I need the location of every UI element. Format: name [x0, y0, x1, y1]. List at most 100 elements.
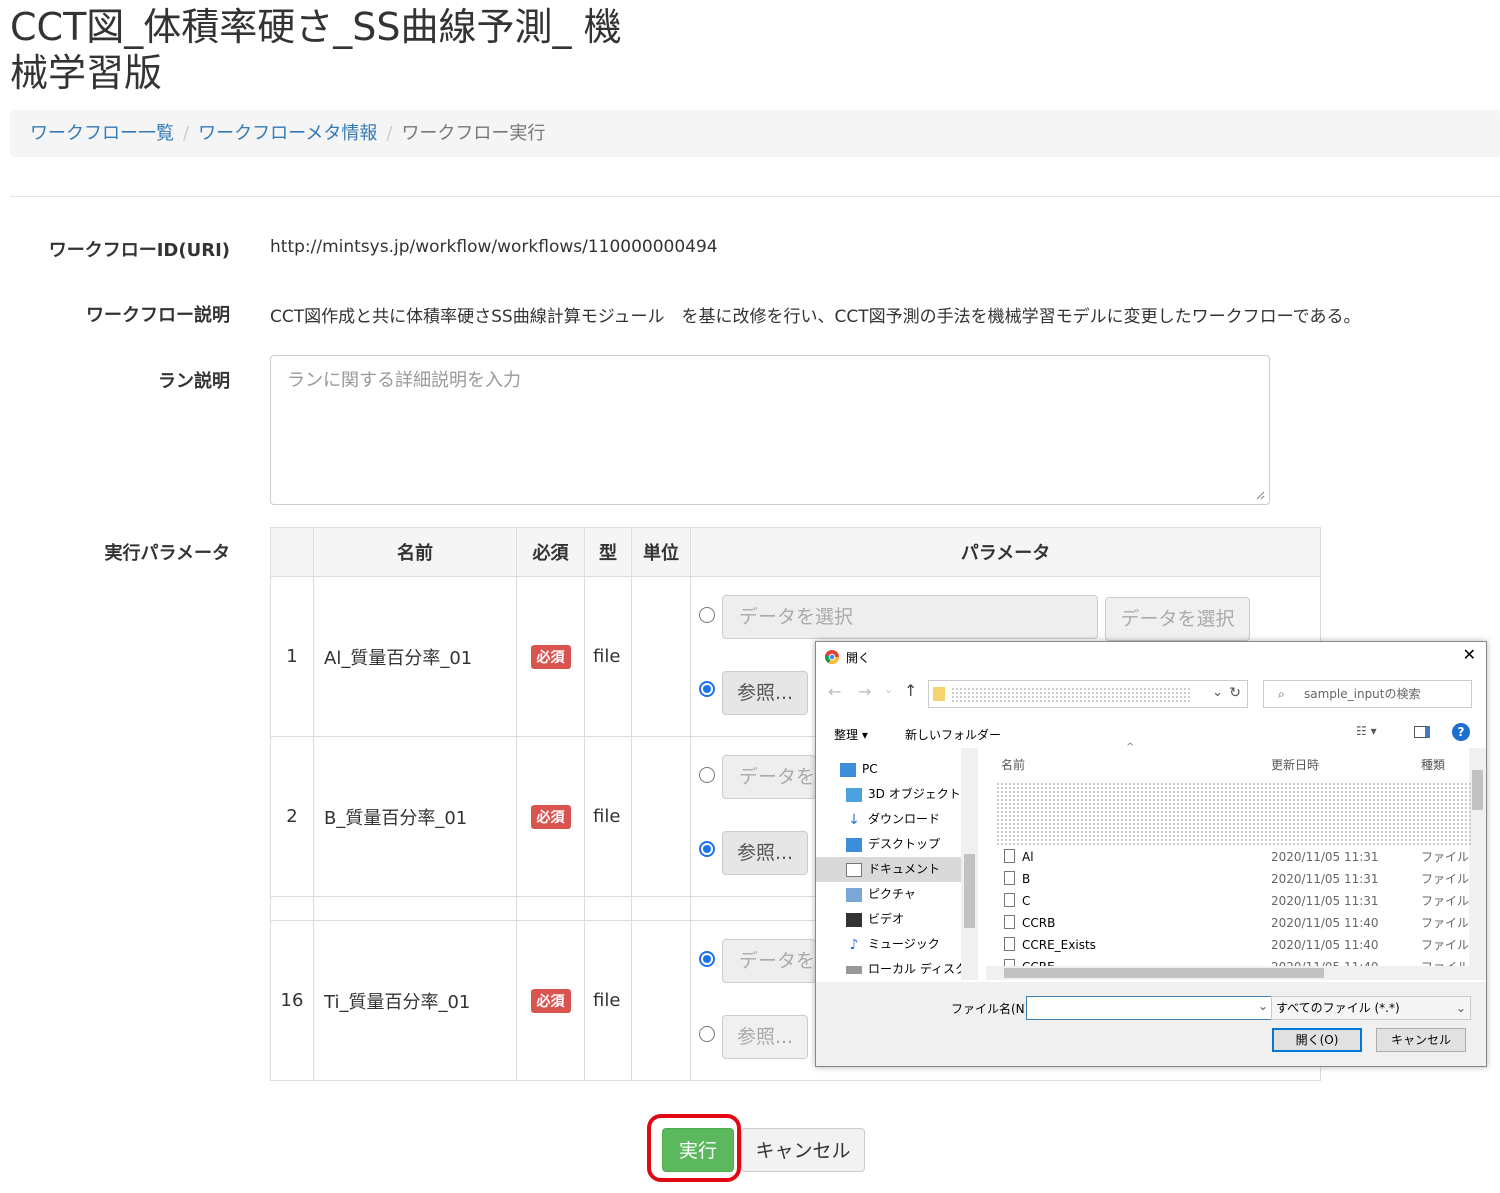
param-name: Al_質量百分率_01	[313, 576, 517, 737]
file-type-filter[interactable]: すべてのファイル (*.*) ⌄	[1271, 996, 1471, 1020]
chrome-icon	[825, 650, 839, 664]
file-list-vscroll-thumb[interactable]	[1472, 770, 1483, 810]
required-badge: 必須	[530, 988, 571, 1013]
dialog-toolbar: 整理 ▾ 新しいフォルダー ☷ ▾ ?	[816, 718, 1486, 748]
dialog-cancel-button[interactable]: キャンセル	[1376, 1028, 1466, 1052]
column-name[interactable]: 名前	[1001, 756, 1025, 773]
data-select-input[interactable]: データを	[722, 755, 816, 799]
required-badge: 必須	[530, 644, 571, 669]
list-item[interactable]: CCRE_Exists 2020/11/05 11:40 ファイル	[1004, 934, 1474, 956]
page-title: CCT図_体積率硬さ_SS曲線予測_ 機械学習版	[10, 5, 622, 95]
documents-icon	[846, 862, 862, 877]
forward-arrow-icon[interactable]: →	[858, 682, 871, 701]
param-name: B_質量百分率_01	[313, 736, 517, 897]
run-description-textarea[interactable]: ランに関する詳細説明を入力	[270, 355, 1270, 505]
list-item[interactable]: B 2020/11/05 11:31 ファイル	[1004, 868, 1474, 890]
view-options-icon[interactable]: ☷ ▾	[1356, 724, 1377, 738]
data-select-radio[interactable]	[699, 951, 715, 967]
sidebar-item-pc[interactable]: PC	[840, 758, 878, 780]
address-bar[interactable]: ⌄ ↻	[928, 680, 1248, 708]
list-item[interactable]: CCRB 2020/11/05 11:40 ファイル	[1004, 912, 1474, 934]
dialog-sidebar: PC 3D オブジェクト ↓ ダウンロード デスクトップ ドキュメント ピクチャ …	[816, 748, 978, 998]
breadcrumb-workflow-list[interactable]: ワークフロー一覧	[30, 123, 174, 144]
videos-icon	[846, 912, 862, 927]
sidebar-scroll-thumb[interactable]	[964, 854, 975, 928]
browse-button[interactable]: 参照...	[722, 831, 808, 875]
refresh-icon[interactable]: ↻	[1229, 685, 1241, 701]
data-select-radio[interactable]	[699, 607, 715, 623]
sidebar-item-3d-objects[interactable]: 3D オブジェクト	[846, 783, 961, 805]
organize-menu[interactable]: 整理 ▾	[834, 726, 868, 743]
browse-button[interactable]: 参照...	[722, 671, 808, 715]
column-type[interactable]: 種類	[1421, 756, 1445, 773]
list-item[interactable]: C 2020/11/05 11:31 ファイル	[1004, 890, 1474, 912]
dialog-titlebar: 開く ✕	[816, 642, 1486, 672]
recent-chevron-icon[interactable]: ⌄	[884, 683, 893, 696]
row-index: 16	[270, 920, 314, 1081]
sidebar-item-music[interactable]: ♪ ミュージック	[846, 933, 940, 955]
run-button[interactable]: 実行	[662, 1128, 734, 1172]
column-header-name: 名前	[313, 527, 517, 577]
dialog-footer: ファイル名(N): ⌄ すべてのファイル (*.*) ⌄ 開く(O) キャンセル	[816, 982, 1486, 1066]
filename-input[interactable]: ⌄	[1026, 996, 1273, 1020]
browse-button[interactable]: 参照...	[722, 1015, 808, 1059]
run-description-placeholder: ランに関する詳細説明を入力	[287, 370, 521, 391]
sidebar-item-desktop[interactable]: デスクトップ	[846, 833, 940, 855]
desktop-icon	[846, 837, 862, 852]
close-icon[interactable]: ✕	[1463, 645, 1476, 664]
sidebar-item-pictures[interactable]: ピクチャ	[846, 883, 916, 905]
download-icon: ↓	[848, 811, 860, 828]
browse-radio[interactable]	[699, 681, 715, 697]
browse-radio[interactable]	[699, 1026, 715, 1042]
column-modified[interactable]: 更新日時	[1271, 756, 1319, 773]
file-open-dialog: 開く ✕ ← → ⌄ ↑ ⌄ ↻ ⌕ sample_inputの検索 整理 ▾ …	[815, 641, 1487, 1067]
breadcrumb-separator: /	[386, 123, 393, 144]
file-icon	[1004, 893, 1015, 907]
sidebar-item-downloads[interactable]: ↓ ダウンロード	[846, 808, 940, 830]
search-input[interactable]: ⌕ sample_inputの検索	[1263, 680, 1472, 708]
data-select-input[interactable]: データを選択	[722, 595, 1098, 639]
filename-dropdown-icon[interactable]: ⌄	[1258, 999, 1268, 1013]
sidebar-item-local-disk[interactable]: ローカル ディスク (C	[846, 958, 978, 998]
preview-pane-icon[interactable]	[1414, 726, 1430, 738]
data-select-button[interactable]: データを選択	[1105, 597, 1250, 641]
row-index: 1	[270, 576, 314, 737]
data-select-radio[interactable]	[699, 767, 715, 783]
back-arrow-icon[interactable]: ←	[828, 682, 841, 701]
file-list-hscroll[interactable]	[986, 966, 1486, 980]
3d-objects-icon	[846, 787, 862, 802]
resize-grip-icon[interactable]	[1255, 490, 1265, 500]
help-icon[interactable]: ?	[1452, 723, 1470, 741]
file-list-hscroll-thumb[interactable]	[1004, 968, 1324, 978]
param-type: file	[584, 920, 632, 1081]
sidebar-scrollbar[interactable]	[961, 748, 978, 980]
cancel-button[interactable]: キャンセル	[741, 1128, 865, 1172]
address-dropdown-icon[interactable]: ⌄	[1212, 685, 1223, 700]
column-header-index	[270, 527, 314, 577]
breadcrumb-workflow-meta[interactable]: ワークフローメタ情報	[198, 123, 377, 144]
workflow-id-label: ワークフローID(URI)	[48, 240, 230, 261]
file-type-filter-value: すべてのファイル (*.*)	[1276, 1001, 1400, 1015]
open-button[interactable]: 開く(O)	[1272, 1028, 1362, 1052]
music-icon: ♪	[849, 936, 859, 953]
data-select-input[interactable]: データを	[722, 939, 816, 983]
run-parameters-label: 実行パラメータ	[104, 543, 230, 564]
sidebar-item-videos[interactable]: ビデオ	[846, 908, 904, 930]
up-arrow-icon[interactable]: ↑	[904, 681, 917, 700]
list-item[interactable]: Al 2020/11/05 11:31 ファイル	[1004, 846, 1474, 868]
file-list-vscroll[interactable]	[1469, 748, 1486, 966]
workflow-description-value: CCT図作成と共に体積率硬さSS曲線計算モジュール を基に改修を行い、CCT図予…	[270, 307, 1361, 327]
filter-dropdown-icon: ⌄	[1455, 1001, 1466, 1015]
breadcrumb: ワークフロー一覧 / ワークフローメタ情報 / ワークフロー実行	[10, 110, 1500, 157]
new-folder-button[interactable]: 新しいフォルダー	[905, 726, 1001, 743]
param-type: file	[584, 576, 632, 737]
required-badge: 必須	[530, 804, 571, 829]
sidebar-item-documents[interactable]: ドキュメント	[846, 858, 940, 880]
breadcrumb-separator: /	[183, 123, 190, 144]
browse-radio[interactable]	[699, 841, 715, 857]
blurred-folder-rows	[996, 782, 1472, 847]
file-icon	[1004, 871, 1015, 885]
param-unit	[631, 736, 691, 897]
list-item[interactable]: CCRE2020/11/05 11:40ファイル	[1004, 956, 1474, 966]
search-icon: ⌕	[1278, 687, 1285, 701]
